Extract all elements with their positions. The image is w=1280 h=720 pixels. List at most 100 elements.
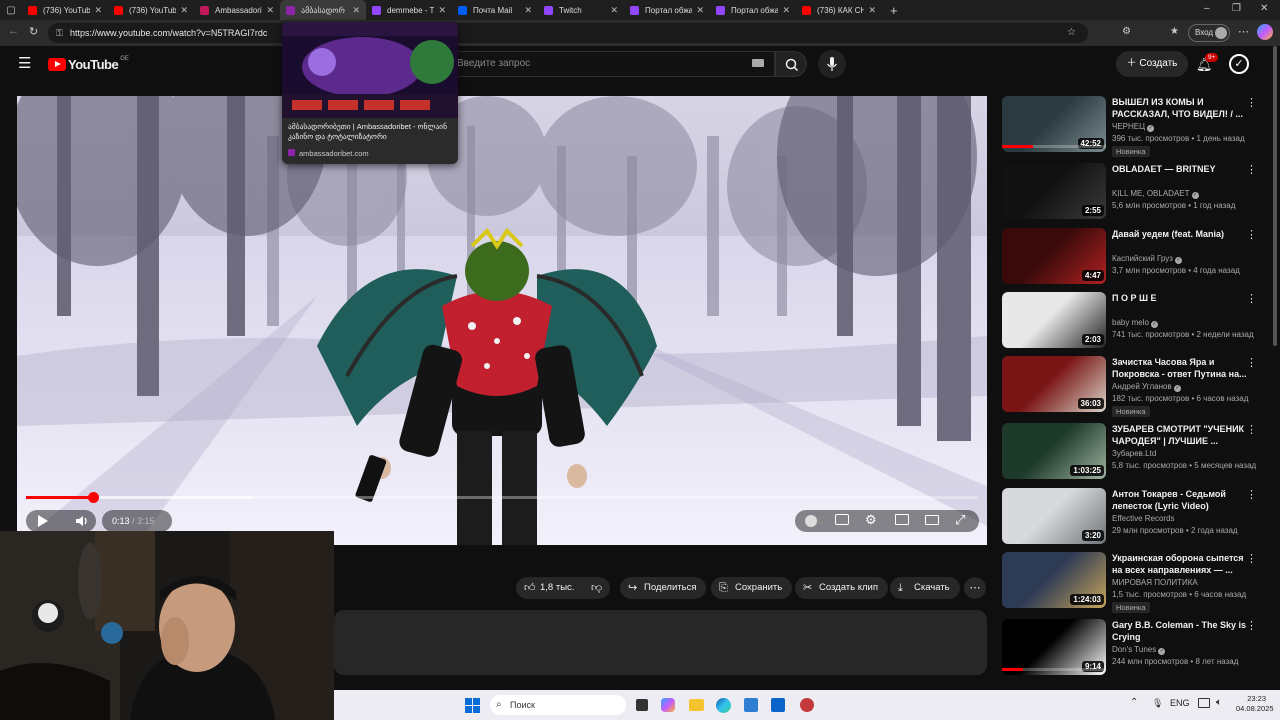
tab-actions-icon[interactable]: ▢	[0, 5, 22, 16]
more-options-icon[interactable]: ⋮	[1246, 488, 1257, 501]
tab-close-icon[interactable]: ✕	[524, 5, 532, 16]
profile-button[interactable]: Вход	[1188, 24, 1230, 42]
taskbar-search[interactable]: ⌕ Поиск	[490, 695, 626, 715]
more-options-icon[interactable]: ⋮	[1246, 423, 1257, 436]
more-options-icon[interactable]: ⋮	[1246, 552, 1257, 565]
outlook-icon[interactable]	[771, 698, 785, 712]
start-icon[interactable]	[465, 698, 480, 713]
theater-mode-icon[interactable]	[925, 515, 939, 525]
tab-close-icon[interactable]: ✕	[352, 5, 360, 16]
file-explorer-icon[interactable]	[689, 699, 704, 711]
save-button[interactable]: ⎘ Сохранить	[711, 577, 793, 599]
speaker-icon[interactable]: 🔈︎	[1216, 697, 1222, 708]
more-options-icon[interactable]: ⋮	[1246, 163, 1257, 176]
edge-icon[interactable]	[716, 698, 731, 713]
share-button[interactable]: ↪ Поделиться	[620, 577, 707, 599]
more-options-icon[interactable]: ⋮	[1246, 96, 1257, 109]
favorites-icon[interactable]: ★	[1170, 26, 1179, 37]
keyboard-icon[interactable]	[752, 59, 764, 67]
video-player[interactable]: 0:13 / 3:15 ⚙ ⤢	[17, 96, 987, 545]
new-tab-button[interactable]: +	[890, 3, 898, 18]
video-thumbnail[interactable]: 42:52	[1002, 96, 1106, 152]
video-progress-bar[interactable]	[26, 492, 978, 503]
scrollbar-thumb[interactable]	[1273, 46, 1277, 346]
more-options-icon[interactable]: ⋮	[1246, 292, 1257, 305]
back-icon[interactable]: ←	[8, 25, 19, 37]
search-button[interactable]	[775, 51, 807, 77]
more-menu-icon[interactable]: ⋯	[1238, 25, 1249, 38]
channel-name[interactable]: ЧЕРНЕЦ ✓	[1112, 122, 1155, 132]
browser-tab[interactable]: ამბასადორ ✕	[280, 0, 366, 20]
recommended-video[interactable]: 42:52 ВЫШЕЛ ИЗ КОМЫ И РАССКАЗАЛ, ЧТО ВИДЕ…	[1002, 96, 1264, 157]
video-thumbnail[interactable]: 3:20	[1002, 488, 1106, 544]
more-options-icon[interactable]: ⋮	[1246, 228, 1257, 241]
tab-close-icon[interactable]: ✕	[610, 5, 618, 16]
channel-name[interactable]: МИРОВАЯ ПОЛИТИКА	[1112, 578, 1198, 587]
settings-icon[interactable]: ⚙	[865, 512, 877, 528]
more-options-icon[interactable]: ⋮	[1246, 619, 1257, 632]
video-title[interactable]: ВЫШЕЛ ИЗ КОМЫ И РАССКАЗАЛ, ЧТО ВИДЕЛ! / …	[1112, 96, 1248, 120]
more-actions-button[interactable]: ⋯	[964, 577, 986, 599]
tab-close-icon[interactable]: ✕	[868, 5, 876, 16]
recommended-video[interactable]: 2:55 OBLADAET — BRITNEY KILL ME, OBLADAET …	[1002, 163, 1264, 223]
app-icon[interactable]	[800, 698, 814, 712]
search-input[interactable]: Введите запрос	[440, 51, 775, 77]
clock[interactable]: 23:23 04.08.2025	[1236, 694, 1274, 714]
channel-name[interactable]: Effective Records	[1112, 514, 1175, 523]
video-thumbnail[interactable]: 9:14	[1002, 619, 1106, 675]
browser-tab[interactable]: Twitch ✕	[538, 0, 624, 20]
video-title[interactable]: OBLADAET — BRITNEY	[1112, 163, 1248, 175]
volume-button[interactable]	[74, 514, 90, 528]
video-title[interactable]: Давай уедем (feat. Mania)	[1112, 228, 1248, 240]
video-thumbnail[interactable]: 36:03	[1002, 356, 1106, 412]
video-title[interactable]: Украинская оборона сыпется на всех напра…	[1112, 552, 1248, 576]
autoplay-toggle[interactable]	[805, 515, 823, 527]
notifications-button[interactable]: 🔔︎ 9+	[1196, 53, 1219, 74]
store-icon[interactable]	[744, 698, 758, 712]
channel-name[interactable]: Don's Tunes ✓	[1112, 645, 1166, 655]
bookmark-star-icon[interactable]: ☆	[1067, 23, 1076, 43]
voice-search-button[interactable]	[818, 50, 846, 78]
create-clip-button[interactable]: ✂ Создать клип	[795, 577, 888, 599]
url-field[interactable]: ⚿ https://www.youtube.com/watch?v=N5TRAG…	[48, 23, 1088, 43]
copilot-icon[interactable]	[1257, 24, 1273, 40]
dislike-icon[interactable]: 👎︎	[591, 577, 602, 599]
recommended-video[interactable]: 1:24:03 Украинская оборона сыпется на все…	[1002, 552, 1264, 613]
recommended-video[interactable]: 9:14 Gary B.B. Coleman - The Sky is Cryin…	[1002, 619, 1264, 679]
browser-tab[interactable]: Портал обжа ✕	[624, 0, 710, 20]
channel-name[interactable]: Андрей Угланов ✓	[1112, 382, 1181, 392]
fullscreen-icon[interactable]: ⤢	[955, 512, 965, 528]
tab-close-icon[interactable]: ✕	[180, 5, 188, 16]
more-options-icon[interactable]: ⋮	[1246, 356, 1257, 369]
video-thumbnail[interactable]: 1:03:25	[1002, 423, 1106, 479]
account-avatar[interactable]: ✓	[1229, 54, 1249, 74]
video-thumbnail[interactable]: 2:55	[1002, 163, 1106, 219]
recommended-video[interactable]: 1:03:25 ЗУБАРЕВ СМОТРИТ "УЧЕНИК ЧАРОДЕЯ" …	[1002, 423, 1264, 483]
browser-tab[interactable]: demmebe - T ✕	[366, 0, 452, 20]
channel-name[interactable]: Каспийский Груз ✓	[1112, 254, 1183, 264]
browser-tab[interactable]: Ambassadori ✕	[194, 0, 280, 20]
network-icon[interactable]	[1198, 698, 1210, 708]
like-button[interactable]: 👍︎ 1,8 тыс. 👎︎	[516, 577, 610, 599]
video-thumbnail[interactable]: 4:47	[1002, 228, 1106, 284]
video-title[interactable]: ЗУБАРЕВ СМОТРИТ "УЧЕНИК ЧАРОДЕЯ" | ЛУЧШИ…	[1112, 423, 1248, 447]
play-button[interactable]	[34, 513, 50, 529]
task-view-icon[interactable]	[636, 699, 648, 711]
recommended-video[interactable]: 2:03 П О Р Ш Е baby melo ✓ 741 тыс. просмот…	[1002, 292, 1264, 352]
tab-close-icon[interactable]: ✕	[438, 5, 446, 16]
channel-name[interactable]: Зубарев.Ltd	[1112, 449, 1156, 458]
scrubber-handle[interactable]	[87, 492, 99, 503]
create-button[interactable]: ＋ Создать	[1116, 51, 1188, 77]
close-window-button[interactable]: ✕	[1260, 3, 1268, 14]
video-title[interactable]: Антон Токарев - Седьмой лепесток (Lyric …	[1112, 488, 1248, 512]
language-indicator[interactable]: ENG	[1170, 698, 1190, 708]
description-box[interactable]	[334, 610, 987, 675]
menu-icon[interactable]: ☰	[18, 54, 31, 72]
browser-tab[interactable]: (736) КАК СН ✕	[796, 0, 882, 20]
copilot-app-icon[interactable]	[661, 698, 675, 712]
browser-tab[interactable]: (736) YouTube ✕	[22, 0, 108, 20]
maximize-button[interactable]: ❐	[1232, 3, 1241, 14]
youtube-logo[interactable]: YouTube GE	[48, 56, 129, 72]
download-button[interactable]: ⤓ Скачать	[890, 577, 960, 599]
tab-close-icon[interactable]: ✕	[696, 5, 704, 16]
